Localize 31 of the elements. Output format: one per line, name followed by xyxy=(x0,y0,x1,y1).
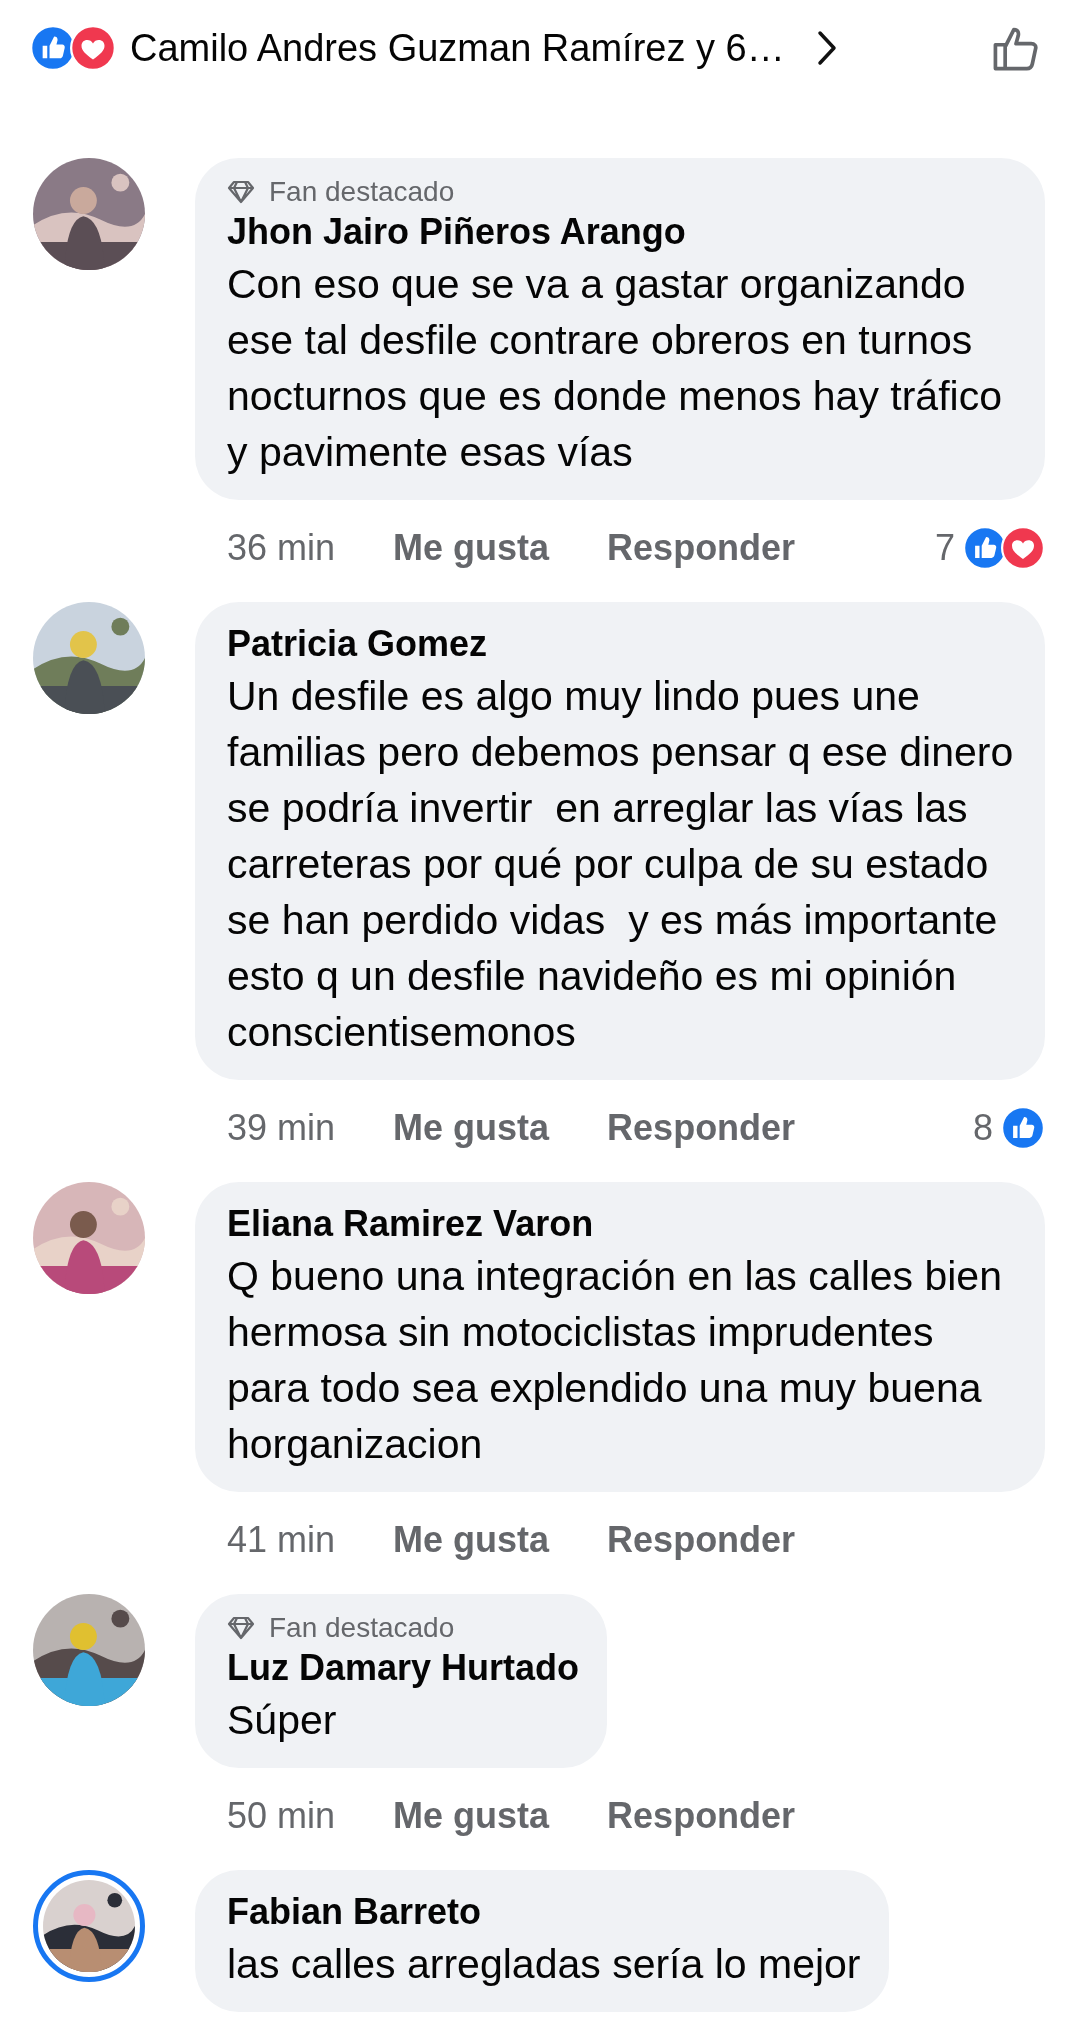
author-name[interactable]: Fabian Barreto xyxy=(227,1888,861,1936)
comment-text: Q bueno una integración en las calles bien hermosa sin motociclistas imprudentes para todo sea explendido una muy buena horganizacion xyxy=(227,1252,1003,1469)
diamond-icon xyxy=(227,180,255,204)
author-name[interactable]: Jhon Jairo Piñeros Arango xyxy=(227,208,1017,256)
comment-text: Con eso que se va a gastar organizando ese tal desfile contrare obreros en turnos nocturnos que es donde menos hay tráfico y pavimente esas vías xyxy=(227,260,1003,477)
reaction-count[interactable]: 8 xyxy=(972,1107,993,1149)
comment-text: Un desfile es algo muy lindo pues une familias pero debemos pensar q ese dinero se podría invertir en arreglar las vías las carreteras por qué por culpa de su estado se han perdido vidas y es más importante esto q un desfile navideño es mi opinión conscientisemonos xyxy=(227,672,1015,1057)
reply-link[interactable]: Responder xyxy=(607,1107,796,1149)
like-link[interactable]: Me gusta xyxy=(393,1795,550,1837)
author-name[interactable]: Eliana Ramirez Varon xyxy=(227,1200,1017,1248)
reply-link[interactable]: Responder xyxy=(607,1795,796,1837)
diamond-icon xyxy=(227,1616,255,1640)
reply-link[interactable]: Responder xyxy=(607,1519,796,1561)
like-link[interactable]: Me gusta xyxy=(393,1107,550,1149)
comment-time: 50 min xyxy=(227,1795,336,1837)
comment-time: 39 min xyxy=(227,1107,336,1149)
story-ring[interactable] xyxy=(33,1870,145,1982)
fan-badge-label: Fan destacado xyxy=(269,176,455,208)
reaction-count[interactable]: 7 xyxy=(934,527,955,569)
fan-badge-label: Fan destacado xyxy=(269,1612,455,1644)
chevron-right-icon[interactable] xyxy=(816,30,837,66)
like-link[interactable]: Me gusta xyxy=(393,1519,550,1561)
comment-time: 36 min xyxy=(227,527,336,569)
like-link[interactable]: Me gusta xyxy=(393,527,550,569)
reactors-title[interactable]: Camilo Andres Guzman Ramírez y 6… xyxy=(130,26,785,70)
author-name[interactable]: Patricia Gomez xyxy=(227,620,1017,668)
author-name[interactable]: Luz Damary Hurtado xyxy=(227,1644,580,1692)
comment-text: las calles arregladas sería lo mejor xyxy=(227,1940,861,1989)
comment-time: 41 min xyxy=(227,1519,336,1561)
comment-text: Súper xyxy=(227,1696,338,1745)
reply-link[interactable]: Responder xyxy=(607,527,796,569)
